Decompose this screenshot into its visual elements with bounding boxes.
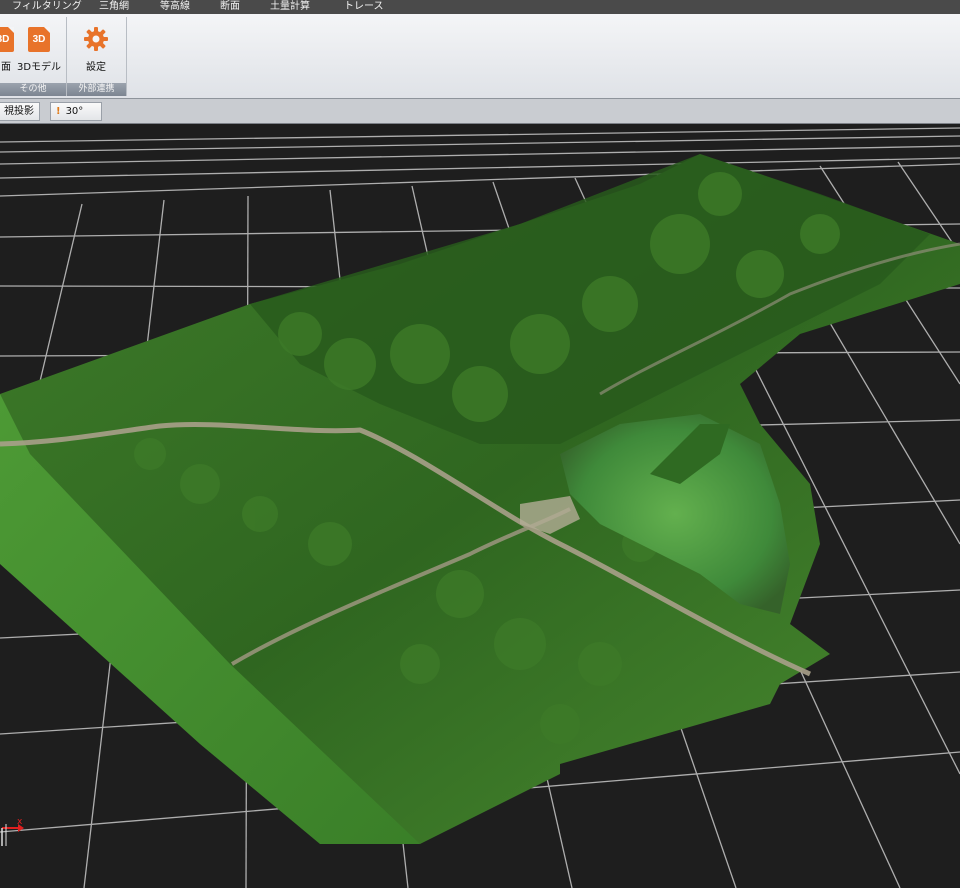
3d-document-icon: 3D — [0, 27, 14, 52]
angle-value: 30° — [65, 106, 84, 117]
3d-viewport[interactable]: x — [0, 124, 960, 888]
projection-toggle[interactable]: 視投影 — [0, 102, 40, 121]
ribbon: 3D 面 3D 3Dモデル その他 — [0, 14, 960, 99]
group-external: 設定 外部連携 — [67, 17, 127, 96]
menu-bar: フィルタリング 三角網 等高線 断面 土量計算 トレース — [0, 0, 960, 14]
projection-label: 視投影 — [4, 106, 34, 117]
3d-model-button[interactable]: 3D 3Dモデル — [17, 21, 61, 77]
menu-trace[interactable]: トレース — [344, 0, 384, 14]
group-other-label: その他 — [0, 83, 66, 96]
menu-cross-section[interactable]: 断面 — [220, 0, 240, 14]
view-toolbar: 視投影 ! 30° — [0, 99, 960, 124]
gear-icon — [84, 27, 108, 51]
group-external-label: 外部連携 — [67, 83, 126, 96]
menu-triangulation[interactable]: 三角網 — [99, 0, 129, 14]
group-other: 3D 面 3D 3Dモデル その他 — [0, 17, 67, 96]
menu-filtering[interactable]: フィルタリング — [12, 0, 82, 14]
viewport-canvas[interactable]: x — [0, 124, 960, 888]
settings-label: 設定 — [86, 62, 106, 73]
warning-icon: ! — [56, 106, 61, 117]
menu-contour[interactable]: 等高線 — [160, 0, 190, 14]
settings-button[interactable]: 設定 — [78, 21, 114, 77]
menu-volume-calc[interactable]: 土量計算 — [270, 0, 310, 14]
axis-x-label: x — [17, 817, 23, 827]
3d-document-icon: 3D — [28, 27, 50, 52]
angle-selector[interactable]: ! 30° — [50, 102, 102, 121]
3d-model-label: 3Dモデル — [16, 62, 62, 73]
